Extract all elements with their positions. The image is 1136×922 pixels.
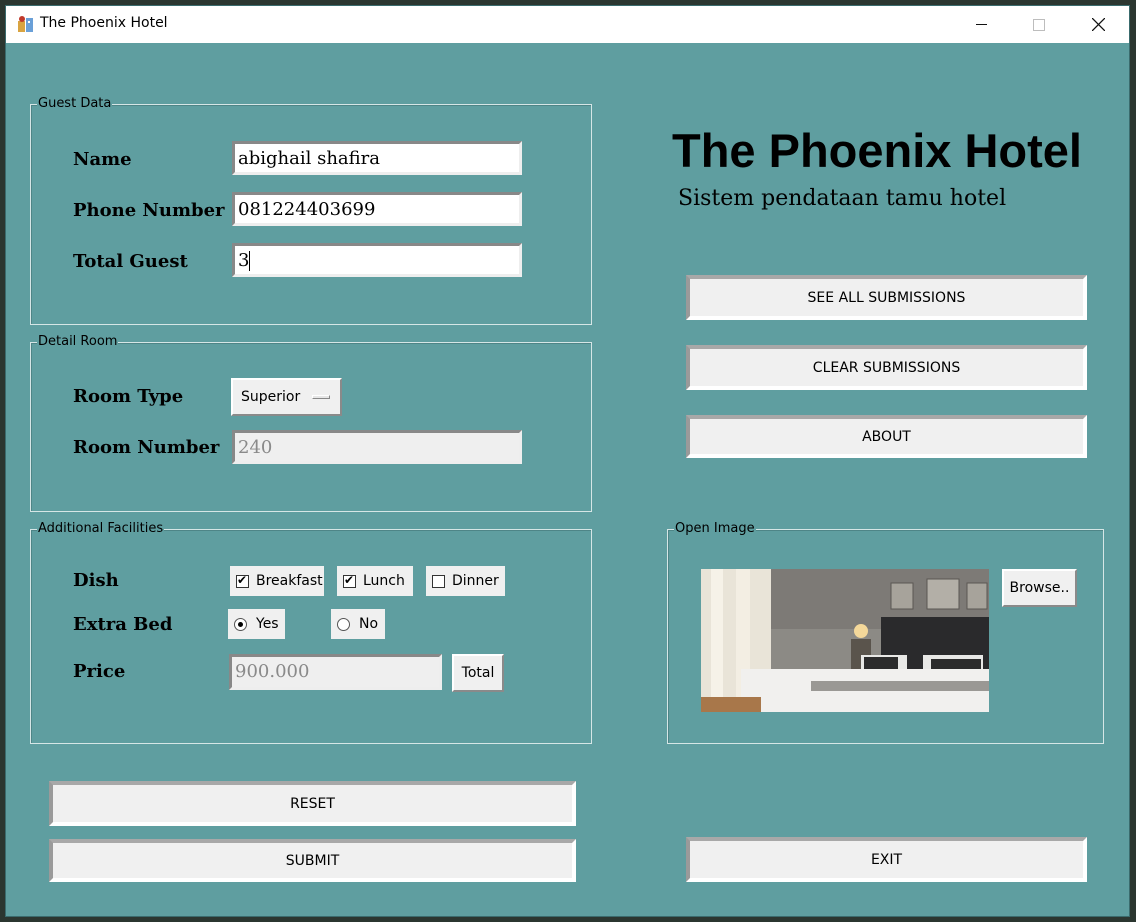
maximize-button[interactable] [1010, 6, 1068, 43]
yes-label: Yes [256, 616, 279, 632]
total-guest-value: 3 [238, 250, 250, 271]
dropdown-indicator-icon [312, 395, 330, 399]
total-guest-input[interactable]: 3 [232, 243, 522, 277]
facilities-legend: Additional Facilities [37, 521, 165, 536]
phone-label: Phone Number [73, 200, 225, 221]
text-cursor [249, 251, 251, 271]
hotel-title: The Phoenix Hotel [672, 124, 1082, 177]
checkbox-unchecked-icon [432, 574, 445, 588]
see-all-submissions-button[interactable]: SEE ALL SUBMISSIONS [686, 275, 1087, 320]
minimize-icon [975, 24, 987, 25]
dinner-checkbox[interactable]: Dinner [426, 566, 505, 596]
exit-button[interactable]: EXIT [686, 837, 1087, 882]
no-label: No [359, 616, 379, 632]
breakfast-label: Breakfast [256, 573, 323, 589]
detail-room-legend: Detail Room [37, 334, 119, 349]
total-guest-label: Total Guest [73, 251, 188, 272]
facilities-frame: Additional Facilities [30, 521, 592, 744]
room-type-label: Room Type [73, 386, 184, 407]
reset-button[interactable]: RESET [49, 781, 576, 826]
phone-input[interactable]: 081224403699 [232, 192, 522, 226]
total-button[interactable]: Total [452, 654, 504, 692]
browse-button[interactable]: Browse.. [1002, 569, 1077, 607]
dish-label: Dish [73, 570, 119, 591]
checkbox-checked-icon [343, 574, 356, 588]
extra-bed-no-radio[interactable]: No [331, 609, 385, 639]
guest-data-legend: Guest Data [37, 96, 113, 111]
open-image-legend: Open Image [674, 521, 756, 536]
price-input[interactable]: 900.000 [229, 654, 442, 690]
hotel-subtitle: Sistem pendataan tamu hotel [678, 186, 1007, 211]
price-label: Price [73, 661, 126, 682]
dinner-label: Dinner [452, 573, 499, 589]
app-window: The Phoenix Hotel Guest Data Name abigha… [5, 5, 1130, 917]
room-number-input[interactable]: 240 [232, 430, 522, 464]
room-type-value: Superior [241, 389, 301, 405]
minimize-button[interactable] [952, 6, 1010, 43]
lunch-label: Lunch [363, 573, 405, 589]
extra-bed-label: Extra Bed [73, 614, 173, 635]
checkbox-checked-icon [236, 574, 249, 588]
room-photo [701, 569, 989, 712]
window-title: The Phoenix Hotel [40, 15, 168, 31]
close-icon [1091, 18, 1105, 31]
room-type-select[interactable]: Superior [231, 378, 342, 416]
radio-selected-icon [234, 617, 247, 631]
close-button[interactable] [1069, 6, 1127, 43]
name-label: Name [73, 149, 132, 170]
room-number-label: Room Number [73, 437, 220, 458]
submit-button[interactable]: SUBMIT [49, 839, 576, 882]
name-input[interactable]: abighail shafira [232, 141, 522, 175]
title-bar: The Phoenix Hotel [6, 6, 1129, 43]
breakfast-checkbox[interactable]: Breakfast [230, 566, 324, 596]
extra-bed-yes-radio[interactable]: Yes [228, 609, 285, 639]
clear-submissions-button[interactable]: CLEAR SUBMISSIONS [686, 345, 1087, 390]
radio-unselected-icon [337, 617, 350, 631]
detail-room-frame: Detail Room [30, 334, 592, 512]
app-icon [18, 16, 33, 32]
maximize-icon [1033, 18, 1045, 31]
lunch-checkbox[interactable]: Lunch [337, 566, 413, 596]
about-button[interactable]: ABOUT [686, 415, 1087, 458]
